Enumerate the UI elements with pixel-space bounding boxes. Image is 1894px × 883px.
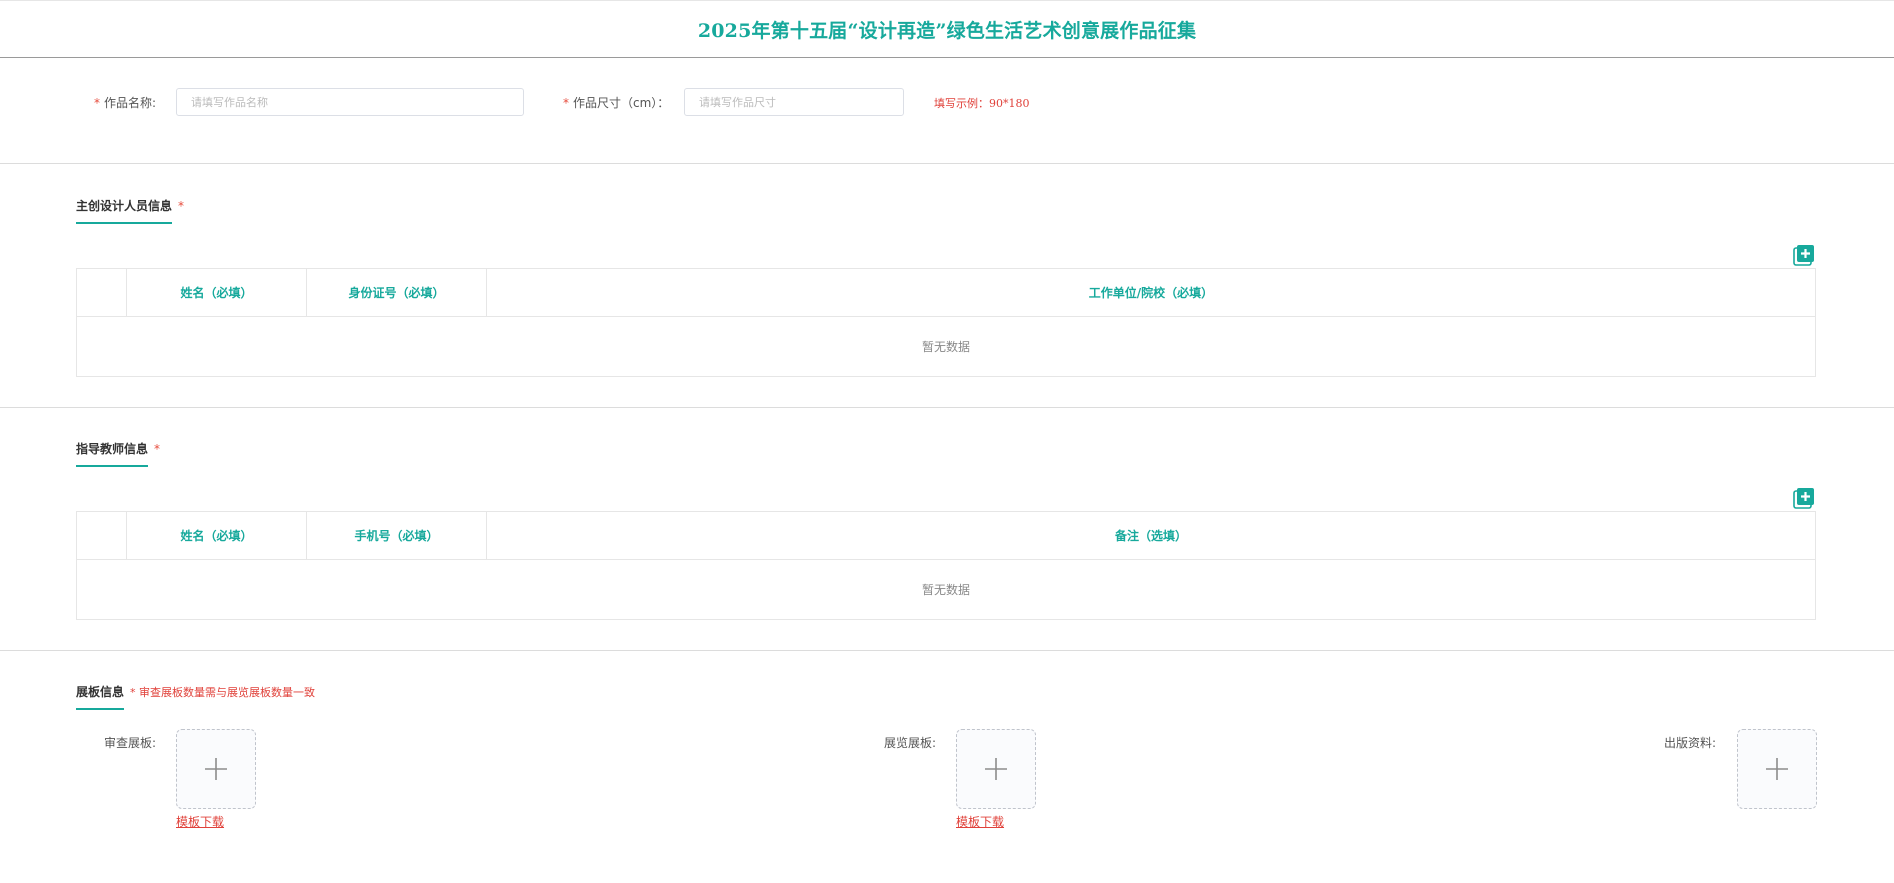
teachers-table: 姓名（必填） 手机号（必填） 备注（选填） 暂无数据	[76, 511, 1816, 620]
plus-icon	[205, 758, 227, 780]
review-board-upload[interactable]	[176, 729, 256, 809]
divider	[0, 407, 1894, 408]
plus-icon	[1766, 758, 1788, 780]
table-header: 姓名（必填） 手机号（必填） 备注（选填）	[77, 512, 1815, 560]
work-name-input[interactable]	[176, 88, 524, 116]
work-name-label: * 作品名称:	[94, 96, 157, 110]
review-template-download-link[interactable]: 模板下载	[176, 813, 224, 830]
size-hint: 填写示例：90*180	[934, 97, 1030, 110]
divider	[0, 163, 1894, 164]
add-designer-icon[interactable]	[1793, 244, 1815, 266]
page-title: 2025年第十五届“设计再造”绿色生活艺术创意展作品征集	[697, 19, 1197, 42]
boards-note: * 审查展板数量需与展览展板数量一致	[130, 686, 316, 699]
page-header: 2025年第十五届“设计再造”绿色生活艺术创意展作品征集	[0, 0, 1894, 58]
required-mark: *	[563, 96, 569, 110]
required-mark: *	[94, 96, 100, 110]
divider	[0, 650, 1894, 651]
column-header-name: 姓名（必填）	[127, 512, 307, 559]
submission-page: 2025年第十五届“设计再造”绿色生活艺术创意展作品征集 *作品名称: *作品尺…	[0, 0, 1894, 883]
designers-section-title: 主创设计人员信息 *	[76, 197, 184, 224]
empty-placeholder: 暂无数据	[921, 583, 970, 597]
publish-material-label: 出版资料:	[1664, 736, 1717, 750]
exhibit-template-download-link[interactable]: 模板下载	[956, 813, 1004, 830]
column-header-index	[77, 269, 127, 316]
work-info-row: *作品名称: *作品尺寸（cm）： 填写示例：90*180	[0, 88, 1894, 116]
plus-icon	[985, 758, 1007, 780]
column-header-id-number: 身份证号（必填）	[307, 269, 487, 316]
column-header-organization: 工作单位/院校（必填）	[1088, 286, 1214, 300]
exhibit-board-label: 展览展板:	[884, 736, 937, 750]
column-header-index	[77, 512, 127, 559]
work-size-input[interactable]	[684, 88, 904, 116]
column-header-phone: 手机号（必填）	[307, 512, 487, 559]
review-board-label: 审查展板:	[104, 736, 157, 750]
table-header: 姓名（必填） 身份证号（必填） 工作单位/院校（必填）	[77, 269, 1815, 317]
boards-section-title: 展板信息 * 审查展板数量需与展览展板数量一致	[76, 683, 315, 710]
publish-material-upload[interactable]	[1737, 729, 1817, 809]
column-header-name: 姓名（必填）	[127, 269, 307, 316]
designers-table: 姓名（必填） 身份证号（必填） 工作单位/院校（必填） 暂无数据	[76, 268, 1816, 377]
column-header-remarks: 备注（选填）	[1114, 529, 1187, 543]
work-size-label: * 作品尺寸（cm）：	[563, 96, 670, 110]
empty-placeholder: 暂无数据	[921, 340, 970, 354]
teachers-section-title: 指导教师信息 *	[76, 440, 160, 467]
exhibit-board-upload[interactable]	[956, 729, 1036, 809]
add-teacher-icon[interactable]	[1793, 487, 1815, 509]
